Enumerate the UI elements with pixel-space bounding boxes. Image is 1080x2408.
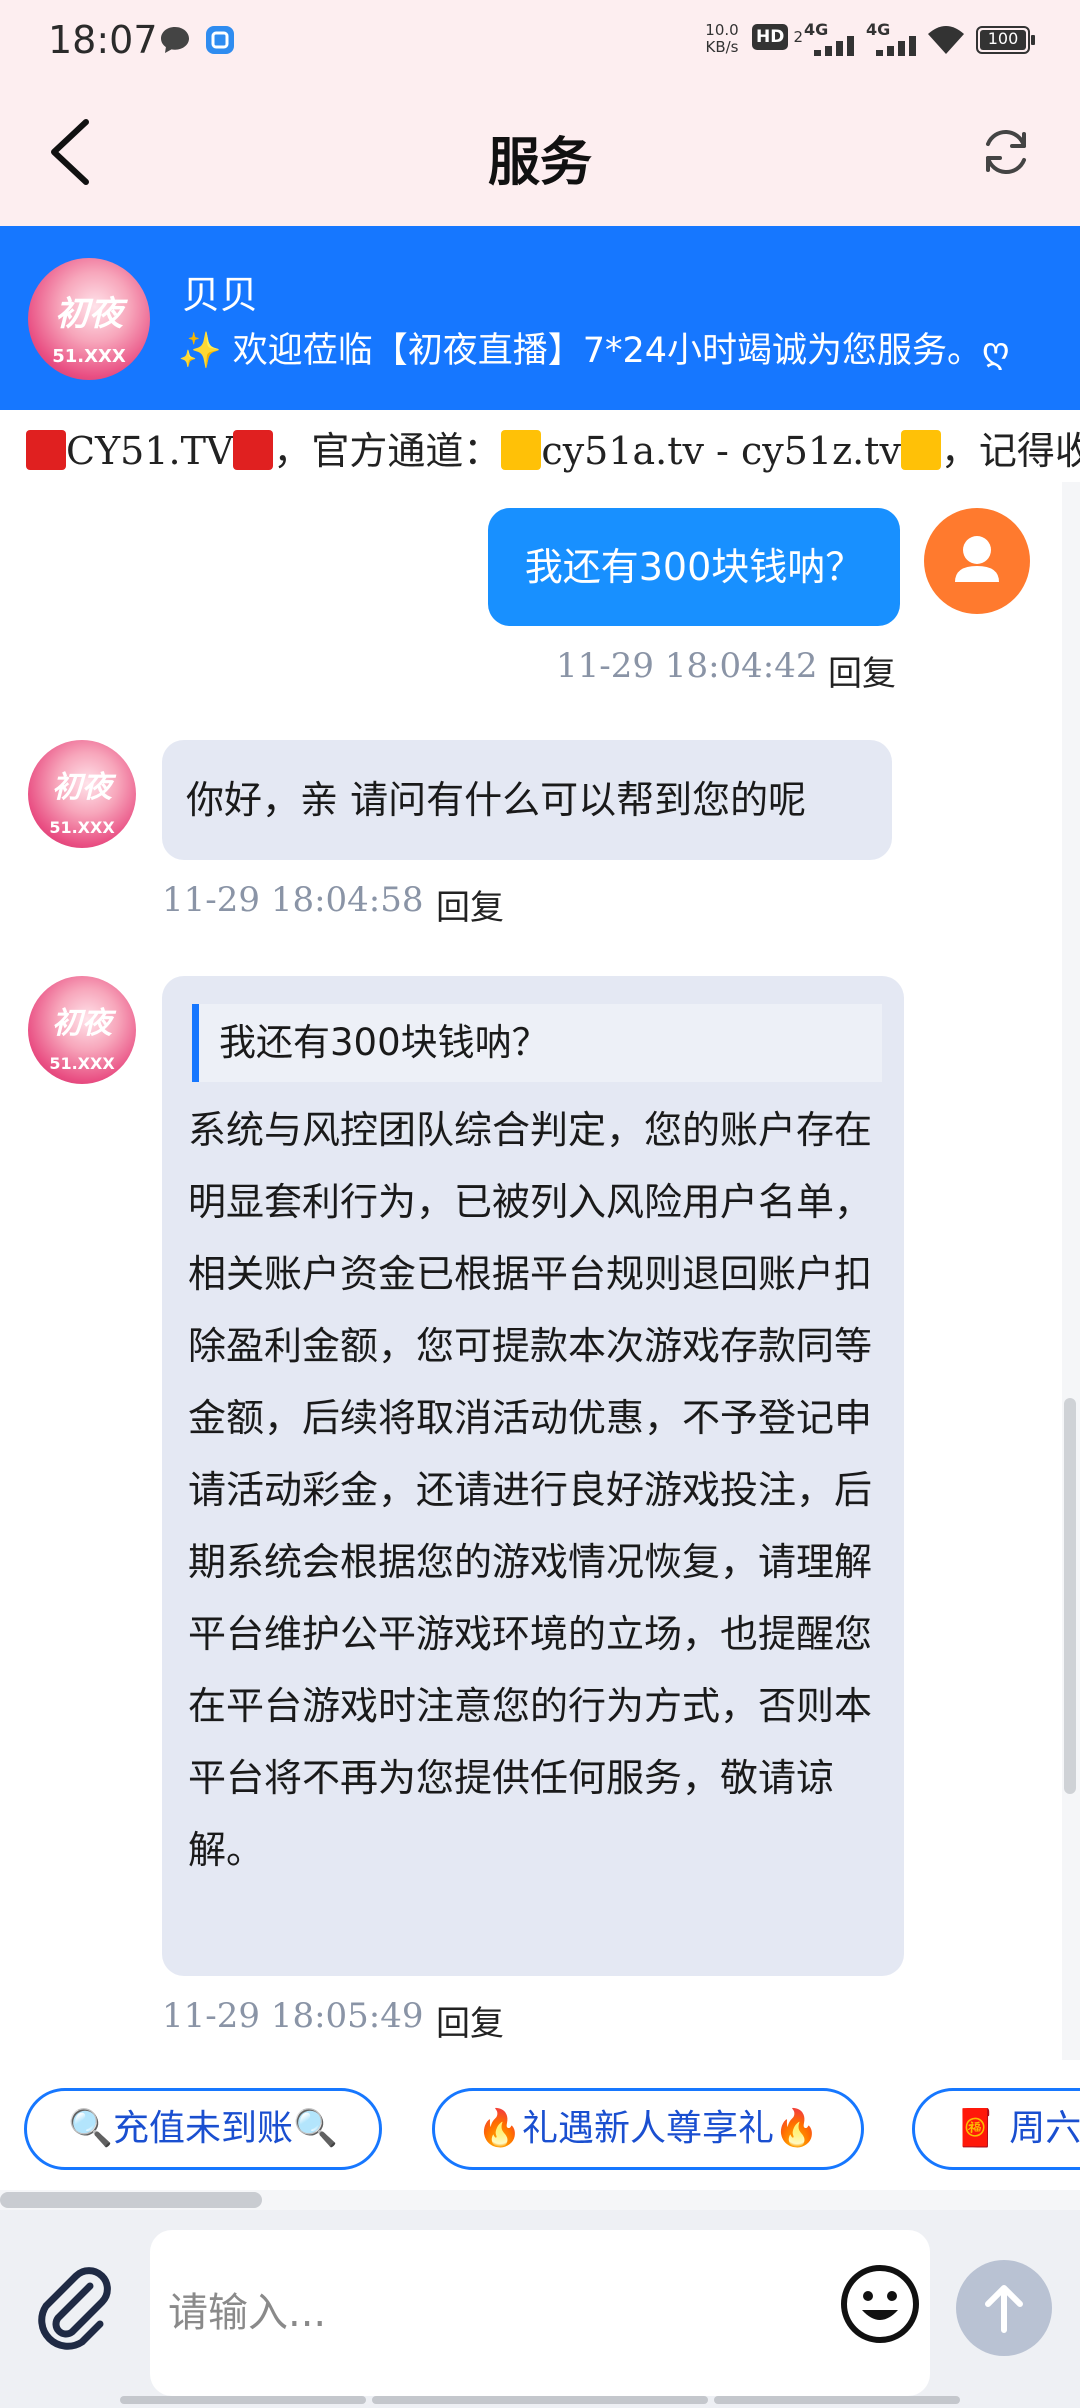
agent-avatar[interactable]: 初夜 51.XXX: [28, 258, 150, 380]
reply-button[interactable]: 回复: [436, 880, 504, 929]
red-square-icon: [233, 430, 274, 470]
battery-icon: 100: [976, 26, 1035, 54]
arrow-up-icon: [985, 2285, 1023, 2333]
gesture-bar-center: [372, 2396, 708, 2404]
signal-icon-sim1: 4G: [804, 20, 864, 60]
app-notification-icon: [206, 26, 234, 54]
input-bar: [0, 2210, 1080, 2408]
hd-voice-icon: HD 2: [752, 24, 803, 56]
yellow-square-icon: [900, 430, 941, 470]
wifi-icon: [928, 26, 964, 54]
page-title: 服务: [487, 133, 592, 193]
refresh-icon[interactable]: [978, 124, 1034, 180]
top-bar: 18:07 10.0 KB/s HD 2 4G 4G 100 服务: [0, 0, 1080, 226]
message-timestamp: 11-29 18:04:42: [556, 646, 818, 686]
message-timestamp: 11-29 18:05:49: [162, 1996, 424, 2036]
chat-scrollbar[interactable]: [1064, 1398, 1076, 1794]
user-message-bubble[interactable]: 我还有300块钱呐？: [488, 508, 900, 626]
gesture-bar-left: [120, 2396, 366, 2404]
network-speed: 10.0 KB/s: [705, 21, 739, 56]
attachment-icon[interactable]: [30, 2264, 118, 2352]
user-icon: [955, 536, 999, 582]
message-notification-icon: [161, 27, 189, 53]
send-button[interactable]: [956, 2260, 1052, 2356]
quick-reply-chip[interactable]: 🔍充值未到账🔍: [24, 2088, 382, 2170]
agent-message-bubble[interactable]: 你好，亲 请问有什么可以帮到您的呢: [162, 740, 892, 860]
yellow-square-icon: [501, 430, 542, 470]
quoted-message: 我还有300块钱呐？: [192, 1004, 882, 1082]
agent-name: 贝贝: [182, 273, 259, 317]
chat-message-list[interactable]: 我还有300块钱呐？ 11-29 18:04:42 回复 初夜 51.XXX 你…: [0, 482, 1062, 2060]
agent-greeting: ✨ 欢迎莅临【初夜直播】7*24小时竭诚为您服务。ღ: [178, 331, 1010, 371]
gesture-bar-right: [714, 2396, 960, 2404]
status-time: 18:07: [48, 18, 158, 62]
quick-reply-scrollbar[interactable]: [0, 2192, 262, 2208]
quick-reply-bar[interactable]: 🔍充值未到账🔍 🔥礼遇新人尊享礼🔥 🧧 周六: [0, 2060, 1080, 2190]
signal-icon-sim2: 4G: [866, 20, 926, 60]
emoji-icon[interactable]: [838, 2262, 922, 2346]
user-avatar: [924, 508, 1030, 614]
status-bar: 18:07 10.0 KB/s HD 2 4G 4G 100: [0, 0, 1080, 80]
agent-message-text: 系统与风控团队综合判定，您的账户存在明显套利行为，已被列入风险用户名单，相关账户…: [188, 1108, 873, 1872]
red-square-icon: [26, 430, 66, 470]
message-timestamp: 11-29 18:04:58: [162, 880, 424, 920]
agent-message-bubble[interactable]: 我还有300块钱呐？ 系统与风控团队综合判定，您的账户存在明显套利行为，已被列入…: [162, 976, 904, 1976]
quick-reply-chip[interactable]: 🧧 周六: [912, 2088, 1080, 2170]
reply-button[interactable]: 回复: [828, 646, 896, 695]
announcement-text: CY51.TV ，官方通道： cy51a.tv - cy51z.tv ，记得收: [26, 420, 1080, 475]
reply-button[interactable]: 回复: [436, 1996, 504, 2045]
quick-reply-chip[interactable]: 🔥礼遇新人尊享礼🔥: [432, 2088, 864, 2170]
agent-avatar: 初夜 51.XXX: [28, 976, 136, 1084]
announcement-marquee[interactable]: CY51.TV ，官方通道： cy51a.tv - cy51z.tv ，记得收: [0, 410, 1080, 482]
agent-avatar: 初夜 51.XXX: [28, 740, 136, 848]
message-input[interactable]: [150, 2230, 930, 2396]
agent-header: 初夜 51.XXX 贝贝 ✨ 欢迎莅临【初夜直播】7*24小时竭诚为您服务。ღ: [0, 226, 1080, 410]
